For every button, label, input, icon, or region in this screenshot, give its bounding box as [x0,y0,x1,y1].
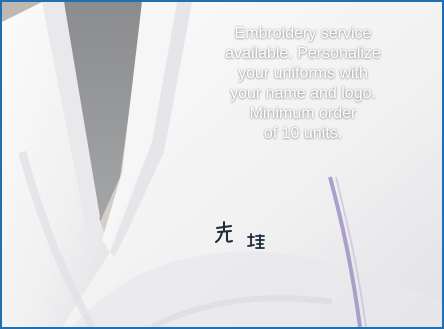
caption-line: your uniforms with [238,65,368,82]
caption-line: of 10 units. [263,125,343,142]
caption-line: Embroidery service [234,25,372,42]
embroidery-promo-card: Embroidery service available. Personaliz… [0,0,444,329]
caption-line: your name and logo. [230,85,376,102]
caption-line: Minimum order [249,105,357,122]
caption-line: available. Personalize [225,45,381,62]
embroidery-caption: Embroidery service available. Personaliz… [178,24,428,144]
